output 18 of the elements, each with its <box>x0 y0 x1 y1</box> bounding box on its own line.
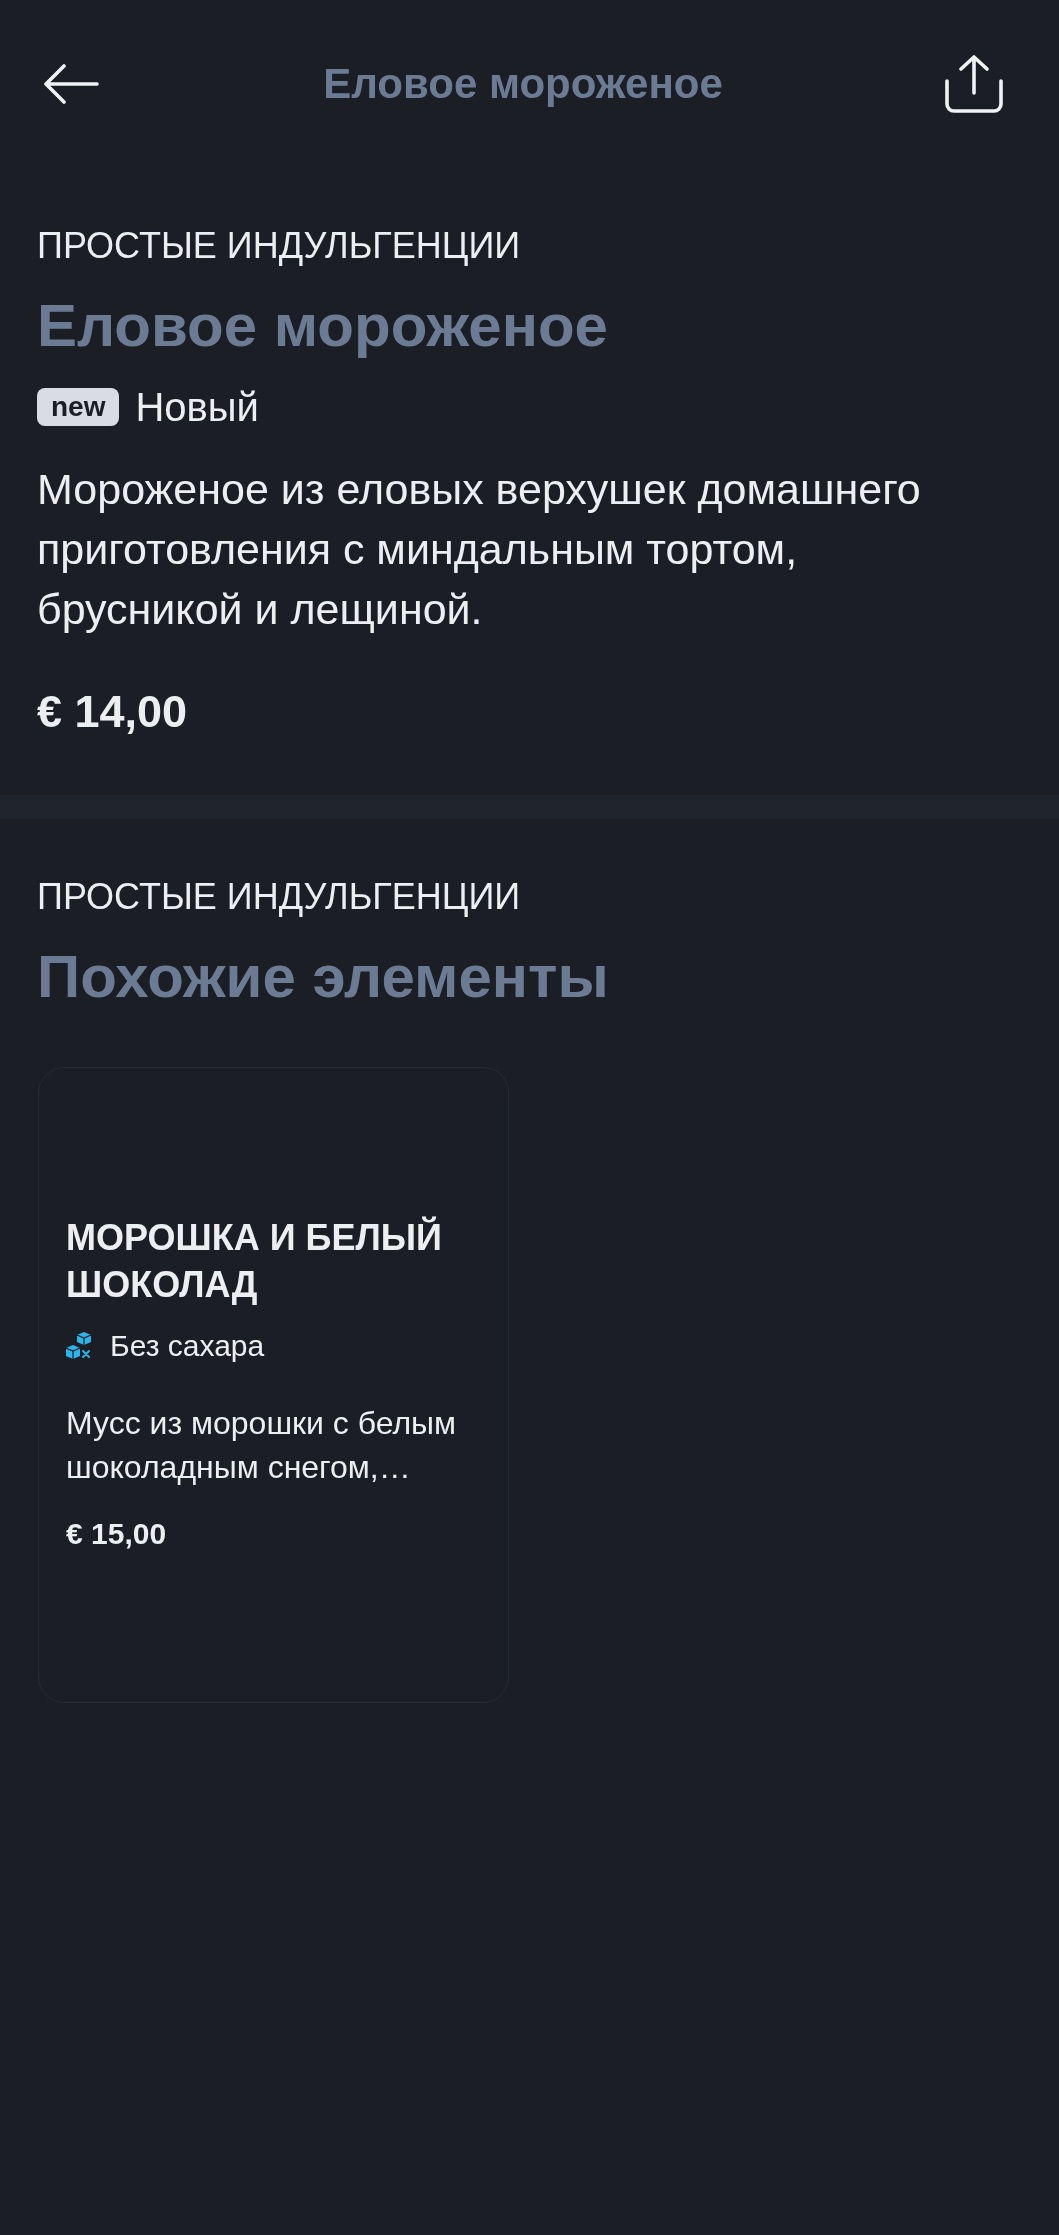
product-description: Мороженое из еловых верхушек домашнего приготовления с миндальным тортом, брусникой и лещиной. <box>37 464 922 635</box>
new-badge: new <box>37 388 120 426</box>
share-button[interactable] <box>945 55 1003 113</box>
status-label: Новый <box>135 385 259 429</box>
section-category: ПРОСТЫЕ ИНДУЛЬГЕНЦИИ <box>37 876 522 918</box>
share-icon <box>945 55 1003 113</box>
product-price: € 14,00 <box>37 686 189 738</box>
header-title: Еловое мороженое <box>323 59 723 109</box>
tag-label: Без сахара <box>110 1328 265 1364</box>
section-title: Похожие элементы <box>37 942 610 1012</box>
product-card[interactable]: МОРОШКА И БЕЛЫЙ ШОКОЛАД Без сахара Мусс из морошки с белым шоколадным снегом,… € 15,00 <box>38 1067 509 1703</box>
card-price: € 15,00 <box>66 1516 168 1552</box>
back-icon <box>43 64 99 104</box>
back-button[interactable] <box>43 64 99 104</box>
card-description: Мусс из морошки с белым шоколадным снегом,… <box>66 1404 458 1487</box>
category-label: ПРОСТЫЕ ИНДУЛЬГЕНЦИИ <box>37 225 522 267</box>
product-title: Еловое мороженое <box>37 291 609 361</box>
card-title: МОРОШКА И БЕЛЫЙ ШОКОЛАД <box>66 1215 443 1307</box>
